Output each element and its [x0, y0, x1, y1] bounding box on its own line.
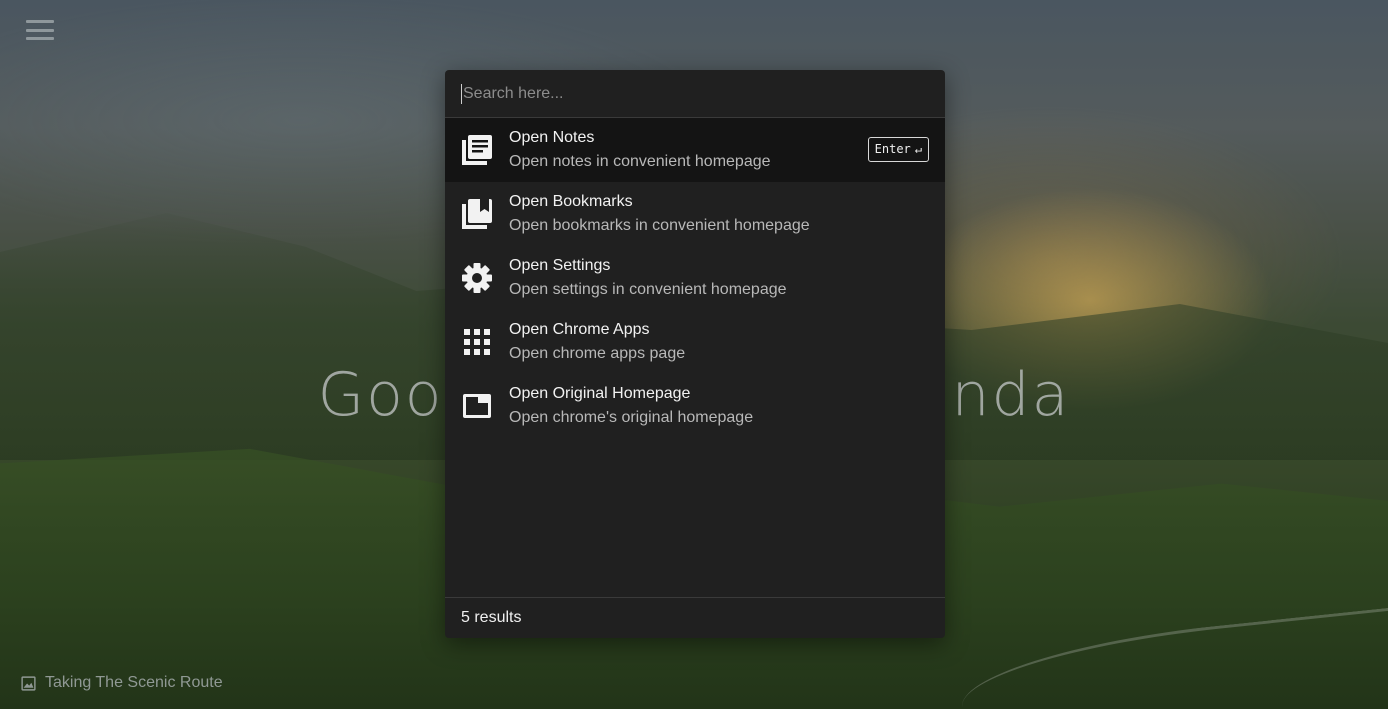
search-input[interactable]: [461, 83, 929, 104]
results-list: Open Notes Open notes in convenient home…: [445, 118, 945, 597]
enter-key-symbol: ↵: [914, 142, 922, 156]
menu-bar: [26, 28, 54, 32]
result-description: Open chrome's original homepage: [509, 409, 754, 426]
result-description: Open bookmarks in convenient homepage: [509, 217, 810, 234]
notes-icon: [462, 135, 492, 165]
enter-key-label: Enter: [874, 142, 911, 156]
enter-key-hint: Enter ↵: [867, 137, 929, 162]
gear-icon: [462, 263, 492, 293]
results-footer: 5 results: [445, 597, 945, 638]
result-item-open-notes[interactable]: Open Notes Open notes in convenient home…: [445, 118, 945, 182]
hamburger-menu-icon[interactable]: [26, 20, 54, 40]
menu-bar: [26, 37, 54, 40]
result-title: Open Notes: [509, 129, 595, 146]
command-palette: Open Notes Open notes in convenient home…: [445, 70, 945, 638]
result-item-open-chrome-apps[interactable]: Open Chrome Apps Open chrome apps page: [445, 310, 945, 374]
image-icon: [21, 675, 36, 691]
result-title: Open Bookmarks: [509, 193, 633, 210]
photo-caption[interactable]: Taking The Scenic Route: [20, 674, 223, 692]
result-description: Open chrome apps page: [509, 345, 686, 362]
result-description: Open settings in convenient homepage: [509, 281, 787, 298]
menu-bar: [26, 20, 54, 23]
apps-grid-icon: [464, 329, 490, 355]
result-item-open-bookmarks[interactable]: Open Bookmarks Open bookmarks in conveni…: [445, 182, 945, 246]
window-icon: [463, 394, 491, 418]
bookmarks-icon: [462, 199, 492, 229]
result-description: Open notes in convenient homepage: [509, 153, 771, 170]
background-road: [956, 607, 1388, 709]
result-title: Open Chrome Apps: [509, 321, 650, 338]
result-title: Open Original Homepage: [509, 385, 691, 402]
photo-caption-text: Taking The Scenic Route: [45, 674, 223, 691]
homepage-title-left: Goo: [317, 360, 444, 430]
result-item-open-settings[interactable]: Open Settings Open settings in convenien…: [445, 246, 945, 310]
homepage-title-right: nda: [951, 360, 1071, 430]
result-title: Open Settings: [509, 257, 611, 274]
result-count: 5 results: [461, 609, 522, 626]
result-item-open-original-homepage[interactable]: Open Original Homepage Open chrome's ori…: [445, 374, 945, 438]
search-bar: [445, 70, 945, 118]
